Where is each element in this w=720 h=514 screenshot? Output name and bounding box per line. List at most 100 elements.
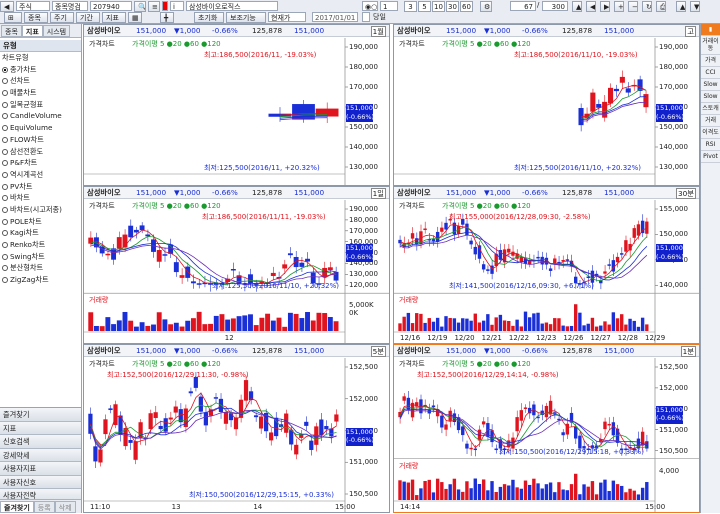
chart-type-item[interactable]: CandleVolume (0, 110, 81, 122)
aux-button[interactable]: 보조기능 (226, 12, 266, 23)
radio-icon[interactable] (2, 148, 8, 155)
scroll-left-icon[interactable]: ◀ (586, 1, 596, 12)
current-price-select[interactable]: 현재가 (268, 12, 306, 22)
grid-icon[interactable]: ⊞ (4, 12, 22, 23)
radio-icon[interactable] (2, 66, 8, 73)
radio-icon[interactable] (2, 125, 8, 132)
chart-type-item[interactable]: POLE차트 (0, 216, 81, 228)
search-icon[interactable]: 🔍 (134, 1, 146, 12)
nav-left-button[interactable]: ◀ (0, 1, 14, 12)
list-icon[interactable]: ≡ (148, 1, 160, 12)
radio-icon[interactable] (2, 171, 8, 178)
chart-type-item[interactable]: EquiVolume (0, 122, 81, 134)
zoom-in-icon[interactable]: + (614, 1, 624, 12)
scroll-right-icon[interactable]: ▶ (600, 1, 610, 12)
count-input-2[interactable]: 300 (542, 1, 568, 11)
chart-type-item[interactable]: 분산형차트 (0, 262, 81, 274)
radio-icon[interactable] (2, 101, 8, 108)
chart-type-item[interactable]: 역시계곡선 (0, 169, 81, 181)
chart-panel[interactable]: 삼성바이오 151,000 ▼1,000 -0.66% 125,878 151,000 30… (393, 186, 700, 344)
radio-icon[interactable] (2, 195, 8, 202)
bottom-favorites[interactable]: 즐겨찾기 (0, 408, 81, 422)
group-header[interactable]: 차트유형 (0, 52, 81, 64)
settings-icon[interactable]: ⚙ (480, 1, 492, 12)
bottom-user-signal[interactable]: 사용자신호 (0, 475, 81, 489)
radio-icon[interactable] (2, 265, 8, 272)
chart-panel[interactable]: 삼성바이오 151,000 ▼1,000 -0.66% 125,878 151,000 1일… (83, 186, 390, 344)
radio-icon[interactable] (2, 253, 8, 260)
chart-type-item[interactable]: 일목균형표 (0, 99, 81, 111)
menu-indicator[interactable]: 지표 (102, 12, 126, 23)
chart-type-item[interactable]: 바차트(시고저종) (0, 204, 81, 216)
strip-item[interactable]: 거래 (701, 115, 720, 127)
radio-icon[interactable] (2, 230, 8, 237)
chart-type-item[interactable]: PV차트 (0, 181, 81, 193)
print-icon[interactable]: ⎙ (656, 1, 666, 12)
chart-type-item[interactable]: FLOW차트 (0, 134, 81, 146)
chart-type-item[interactable]: 매물차트 (0, 87, 81, 99)
period-60-button[interactable]: 60 (460, 1, 473, 12)
radio-icon[interactable] (2, 136, 8, 143)
chart-type-item[interactable]: 바차트 (0, 192, 81, 204)
chart-type-item[interactable]: Renko차트 (0, 239, 81, 251)
period-10-button[interactable]: 10 (432, 1, 445, 12)
strip-item[interactable]: 이격도 (701, 127, 720, 139)
chart-type-item[interactable]: Swing차트 (0, 251, 81, 263)
chart-type-item[interactable]: Kagi차트 (0, 227, 81, 239)
menu-stock[interactable]: 종목 (24, 12, 48, 23)
chart-panel[interactable]: 삼성바이오 151,000 ▼1,000 -0.66% 125,878 151,000 고 1… (393, 24, 700, 186)
chart-panel[interactable]: 삼성바이오 151,000 ▼1,000 -0.66% 125,878 151,000 5분… (83, 344, 390, 513)
chart-panel[interactable]: 삼성바이오 151,000 ▼1,000 -0.66% 125,878 151,000 1월… (83, 24, 390, 186)
bottom-indicator[interactable]: 지표 (0, 421, 81, 435)
chart-type-item[interactable]: 종가차트 (0, 64, 81, 76)
period-3-button[interactable]: 3 (404, 1, 417, 12)
chart-panel[interactable]: 삼성바이오 151,000 ▼1,000 -0.66% 125,878 151,000 1분… (393, 344, 700, 513)
period-5-button[interactable]: 5 (418, 1, 431, 12)
chart-type-item[interactable]: 삼선전환도 (0, 146, 81, 158)
radio-icon[interactable] (2, 206, 8, 213)
init-button[interactable]: 초기화 (194, 12, 224, 23)
radio-buttons[interactable]: ◉○ (362, 1, 378, 11)
stock-code-input[interactable]: 207940 (90, 1, 132, 11)
strip-item[interactable]: 스토캐 (701, 103, 720, 115)
up-icon[interactable]: ▲ (676, 1, 686, 12)
strip-item[interactable]: 거래이동 (701, 36, 720, 55)
radio-icon[interactable] (2, 113, 8, 120)
menu-cycle[interactable]: 주기 (50, 12, 74, 23)
period-count-input[interactable]: 1 (380, 1, 398, 11)
radio-icon[interactable] (2, 218, 8, 225)
strip-item[interactable]: Slow (701, 79, 720, 91)
count-up-icon[interactable]: ▲ (572, 1, 582, 12)
market-select[interactable]: 주식 (16, 1, 50, 11)
section-header[interactable]: 유형 (0, 40, 81, 52)
menu-period[interactable]: 기간 (76, 12, 100, 23)
strip-item[interactable]: CCI (701, 67, 720, 79)
stock-search-input[interactable]: 종목명검 (52, 1, 88, 11)
strip-item[interactable]: RSI (701, 139, 720, 151)
bottom-strength[interactable]: 강세약세 (0, 448, 81, 462)
radio-icon[interactable] (2, 242, 8, 248)
bottom-signal-search[interactable]: 신호검색 (0, 435, 81, 449)
day-checkbox[interactable] (362, 12, 370, 22)
strip-item[interactable]: 가격 (701, 55, 720, 67)
tab-indicator[interactable]: 지표 (21, 25, 43, 37)
strip-item[interactable]: Slow (701, 91, 720, 103)
count-input-1[interactable]: 67 (510, 1, 536, 11)
bottom-user-indicator[interactable]: 사용자지표 (0, 462, 81, 476)
radio-icon[interactable] (2, 277, 8, 284)
footer-register[interactable]: 등록 (33, 501, 55, 513)
chart-type-item[interactable]: P&F차트 (0, 157, 81, 169)
chart-type-item[interactable]: ZigZag차트 (0, 274, 81, 286)
chart-type-item[interactable]: 선차트 (0, 75, 81, 87)
period-30-button[interactable]: 30 (446, 1, 459, 12)
radio-icon[interactable] (2, 90, 8, 97)
tab-system[interactable]: 시스템 (42, 25, 71, 37)
layout-icon[interactable]: ▦ (128, 12, 142, 23)
strip-item[interactable]: Pivot (701, 151, 720, 163)
radio-icon[interactable] (2, 183, 8, 190)
down-icon[interactable]: ▼ (690, 1, 700, 12)
split-icon[interactable]: ╋ (160, 12, 174, 23)
tab-stock[interactable]: 종목 (1, 25, 22, 37)
footer-delete[interactable]: 삭제 (54, 501, 76, 513)
radio-icon[interactable] (2, 160, 8, 167)
